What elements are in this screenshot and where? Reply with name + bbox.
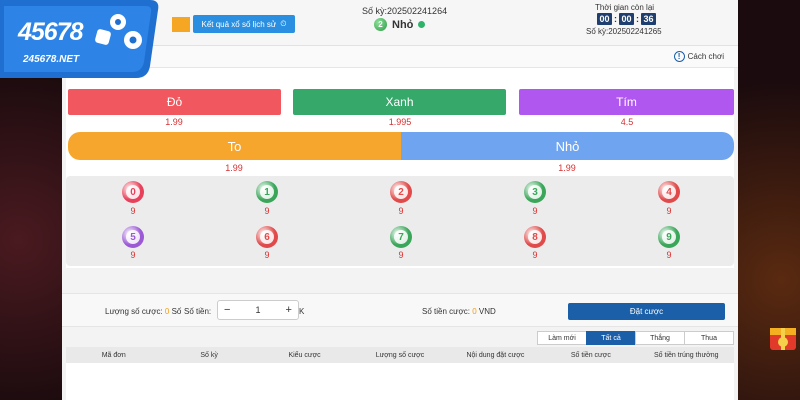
plus-button[interactable]: + [286,304,292,316]
timer-label: Thời gian còn lại [595,3,655,12]
bet-green-button[interactable]: Xanh [293,89,506,115]
number-ball-3[interactable]: 3 [524,181,546,203]
col-bet-type: Kiểu cược [288,351,321,359]
info-icon: ! [673,51,685,62]
bet-violet-button[interactable]: Tím [519,89,734,115]
history-button-label: Kết quả xổ số lịch sử [201,19,277,29]
next-period: Số kỳ:202502241265 [586,27,662,36]
game-panel: Kết quả xổ số lịch sử ⏲ Số kỳ:2025022412… [62,0,738,400]
bet-total-value: 0 [472,307,477,316]
col-bet-count: Lượng số cược [375,351,425,359]
number-ball-9[interactable]: 9 [658,226,680,248]
number-label: 2 [394,185,408,199]
odds-big: 1.99 [225,163,243,173]
current-period: Số kỳ:202502241264 [362,6,448,16]
col-bet-amount: Số tiền cược [570,351,611,359]
number-odds: 9 [666,250,672,260]
number-odds: 9 [398,206,404,216]
orange-tab[interactable] [172,17,190,32]
result-text: Nhỏ [392,18,414,31]
filter-all[interactable]: Tất cả [586,331,636,345]
rules-link[interactable]: ! Cách chơi [673,51,724,62]
number-odds: 9 [264,250,270,260]
countdown-timer: 00 : 00 : 36 [597,13,656,25]
timer-hours: 00 [597,13,612,25]
sub-bar: ! Cách chơi [62,46,738,68]
logo-subtext: 245678.NET [23,54,80,65]
filter-lose[interactable]: Thua [684,331,734,345]
bet-count: Lượng số cược: 0 Số [105,307,182,316]
number-odds: 9 [398,250,404,260]
filter-win[interactable]: Thắng [635,331,685,345]
place-bet-label: Đặt cược [629,307,664,316]
col-bet-content: Nội dung đặt cược [466,351,525,359]
number-odds: 9 [130,250,136,260]
bet-red-label: Đỏ [166,95,183,109]
bet-small-label: Nhỏ [555,138,580,154]
result-ball: 2 [374,18,387,31]
number-odds: 9 [666,206,672,216]
history-button[interactable]: Kết quả xổ số lịch sử ⏲ [193,15,295,33]
timer-seconds: 36 [641,13,656,25]
bet-violet-label: Tím [616,95,637,109]
header-bar: Kết quả xổ số lịch sử ⏲ Số kỳ:2025022412… [62,0,738,46]
number-ball-6[interactable]: 6 [256,226,278,248]
number-label: 4 [662,185,676,199]
bet-big-button[interactable]: To [68,132,401,160]
history-table-header: Mã đơn Số kỳ Kiểu cược Lượng số cược Nội… [66,347,734,363]
bet-count-value: 0 [164,307,170,316]
site-logo[interactable]: 45678 245678.NET [0,0,160,78]
odds-red: 1.99 [165,117,183,127]
bet-green-label: Xanh [385,95,414,109]
clock-icon: ⏲ [280,19,287,28]
amount-label: Số tiền: [184,307,212,316]
number-odds: 9 [264,206,270,216]
number-ball-4[interactable]: 4 [658,181,680,203]
place-bet-button[interactable]: Đặt cược [568,303,725,320]
bet-red-button[interactable]: Đỏ [68,89,281,115]
timer-minutes: 00 [619,13,634,25]
number-odds: 9 [130,206,136,216]
col-period: Số kỳ [200,351,218,359]
odds-green: 1.995 [388,117,412,127]
history-filters: Làm mới Tất cả Thắng Thua [537,331,734,345]
bet-small-button[interactable]: Nhỏ [401,132,734,160]
col-win-amount: Số tiền trúng thưởng [653,351,719,359]
amount-stepper: − 1 + [217,300,299,320]
number-label: 7 [394,230,408,244]
number-label: 5 [126,230,140,244]
number-odds: 9 [532,206,538,216]
number-grid: 0 9 1 9 2 9 3 9 4 9 5 9 6 9 7 9 8 9 9 9 [66,176,734,266]
bet-bar: Lượng số cược: 0 Số Số tiền: − 1 + K Số … [62,293,738,327]
odds-small: 1.99 [558,163,576,173]
number-ball-1[interactable]: 1 [256,181,278,203]
number-ball-7[interactable]: 7 [390,226,412,248]
bet-big-label: To [227,138,242,154]
number-label: 8 [528,230,542,244]
number-label: 1 [260,185,274,199]
minus-button[interactable]: − [224,304,230,316]
history-table-body [66,363,734,400]
number-ball-2[interactable]: 2 [390,181,412,203]
number-ball-5[interactable]: 5 [122,226,144,248]
amount-input[interactable]: 1 [255,305,260,315]
number-label: 0 [126,185,140,199]
number-ball-0[interactable]: 0 [122,181,144,203]
number-label: 6 [260,230,274,244]
number-odds: 9 [532,250,538,260]
number-ball-8[interactable]: 8 [524,226,546,248]
filter-refresh[interactable]: Làm mới [537,331,587,345]
amount-unit: K [299,307,305,316]
number-label: 9 [662,230,676,244]
odds-violet: 4.5 [620,117,634,127]
bet-total: Số tiền cược: 0 VND [422,307,496,316]
promo-gift-icon[interactable] [766,320,800,354]
logo-text: 45678 [18,18,84,46]
rules-label: Cách chơi [687,52,724,61]
col-order-id: Mã đơn [101,351,126,359]
last-result: 2 Nhỏ [374,18,426,31]
result-dot-icon [418,21,426,28]
betting-board: Đỏ Xanh Tím 1.99 1.995 4.5 To Nhỏ 1.99 1… [66,68,734,268]
number-label: 3 [528,185,542,199]
